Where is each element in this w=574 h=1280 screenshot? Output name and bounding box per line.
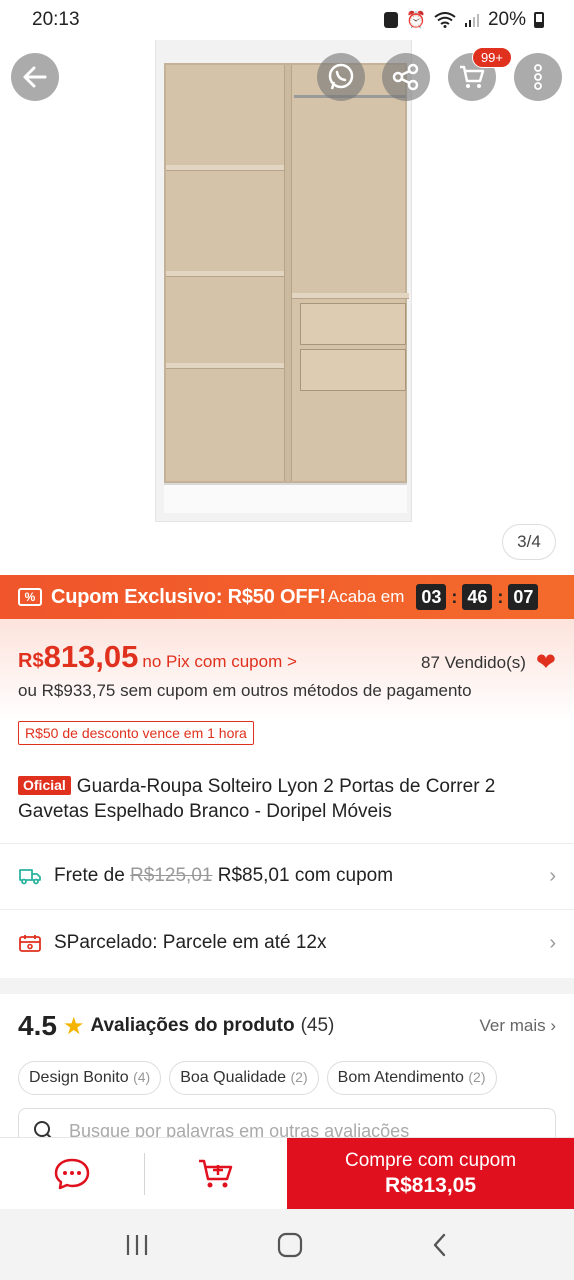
reviews-title: Avaliações do produto [90,1015,295,1036]
shipping-prefix: Frete de [54,865,125,886]
notification-icon [384,12,399,28]
favorite-heart-icon[interactable]: ❤ [536,651,556,675]
section-gap [0,978,574,994]
status-time: 20:13 [32,9,80,30]
price-main: R$813,05 [18,639,138,675]
reviews-header: 4.5 ★ Avaliações do produto (45) Ver mai… [18,1010,556,1042]
share-icon [392,63,419,91]
chat-icon [54,1158,90,1190]
price-value: 813,05 [43,639,139,674]
buy-price: R$813,05 [384,1174,477,1197]
signal-icon [464,14,479,27]
cart-count-badge: 99+ [471,47,512,68]
arrow-left-icon [23,66,47,88]
countdown-timer: 03 : 46 : 07 [416,584,539,610]
coupon-ends-label: Acaba em [327,587,405,606]
chevron-right-icon: › [549,864,556,887]
sold-info: 87 Vendido(s) ❤ [421,651,556,675]
product-title-text: Guarda-Roupa Solteiro Lyon 2 Portas de C… [18,776,496,822]
bottom-action-bar: Compre com cupom R$813,05 [0,1137,574,1210]
discount-expiry-tag: R$50 de desconto vence em 1 hora [18,721,254,745]
recent-apps-icon[interactable] [124,1233,150,1257]
product-gallery[interactable]: 99+ 3/4 [0,0,574,574]
whatsapp-icon [328,63,354,90]
chevron-right-icon: › [549,931,556,954]
shipping-new-price: R$85,01 com cupom [217,865,394,886]
battery-text: 20% [487,9,526,30]
see-more-link[interactable]: Ver mais › [479,1016,556,1036]
timer-minutes: 46 [462,584,493,610]
price-currency: R$ [18,650,44,672]
buy-label: Compre com cupom [344,1150,517,1171]
review-tags: Design Bonito (4) Boa Qualidade (2) Bom … [18,1061,497,1095]
price-section: R$813,05 no Pix com cupom > 87 Vendido(s… [0,619,574,757]
installments-row[interactable]: SParcelado: Parcele em até 12x › [0,910,574,976]
buy-with-coupon-button[interactable]: Compre com cupom R$813,05 [287,1138,574,1210]
review-tag-chip[interactable]: Boa Qualidade (2) [169,1061,319,1095]
pix-coupon-link[interactable]: no Pix com cupom > [142,652,297,672]
review-tag-chip[interactable]: Design Bonito (4) [18,1061,162,1095]
status-icons: ⏰ 20% [384,9,544,31]
official-badge: Oficial [18,776,71,795]
product-title: Oficial Guarda-Roupa Solteiro Lyon 2 Port… [18,774,558,824]
wifi-icon [434,12,456,28]
alt-price-text: ou R$933,75 sem cupom em outros métodos … [18,681,472,700]
more-vertical-icon [534,64,542,90]
status-bar: 20:13 ⏰ 20% [0,0,574,40]
whatsapp-share-button[interactable] [317,53,365,101]
timer-hours: 03 [416,584,447,610]
coupon-title: Cupom Exclusivo: R$50 OFF! [51,585,326,608]
image-counter: 3/4 [502,524,556,560]
sold-count: 87 Vendido(s) [420,653,526,672]
truck-icon [19,869,41,885]
reviews-count: (45) [300,1015,335,1036]
rating-value: 4.5 [18,1010,57,1041]
chat-button[interactable] [0,1138,144,1210]
add-to-cart-button[interactable] [145,1138,287,1210]
system-navigation-bar [0,1209,574,1280]
cart-button[interactable]: 99+ [448,47,512,101]
product-image [155,30,412,522]
back-nav-icon[interactable] [430,1232,450,1258]
shipping-old-price: R$125,01 [130,865,213,886]
back-button[interactable] [11,53,59,101]
battery-icon [534,12,544,28]
shipping-row[interactable]: Frete de R$125,01 R$85,01 com cupom › [0,843,574,909]
star-icon: ★ [62,1012,85,1040]
home-icon[interactable] [277,1232,303,1258]
coupon-banner[interactable]: % Cupom Exclusivo: R$50 OFF! Acaba em 03… [0,575,574,619]
timer-seconds: 07 [508,584,539,610]
calendar-money-icon [19,935,41,952]
more-options-button[interactable] [514,53,562,101]
add-cart-icon [199,1159,233,1188]
alarm-icon: ⏰ [406,12,426,29]
coupon-icon: % [18,588,42,606]
share-button[interactable] [382,53,430,101]
review-tag-chip[interactable]: Bom Atendimento (2) [326,1061,497,1095]
installments-text: SParcelado: Parcele em até 12x [54,932,327,953]
